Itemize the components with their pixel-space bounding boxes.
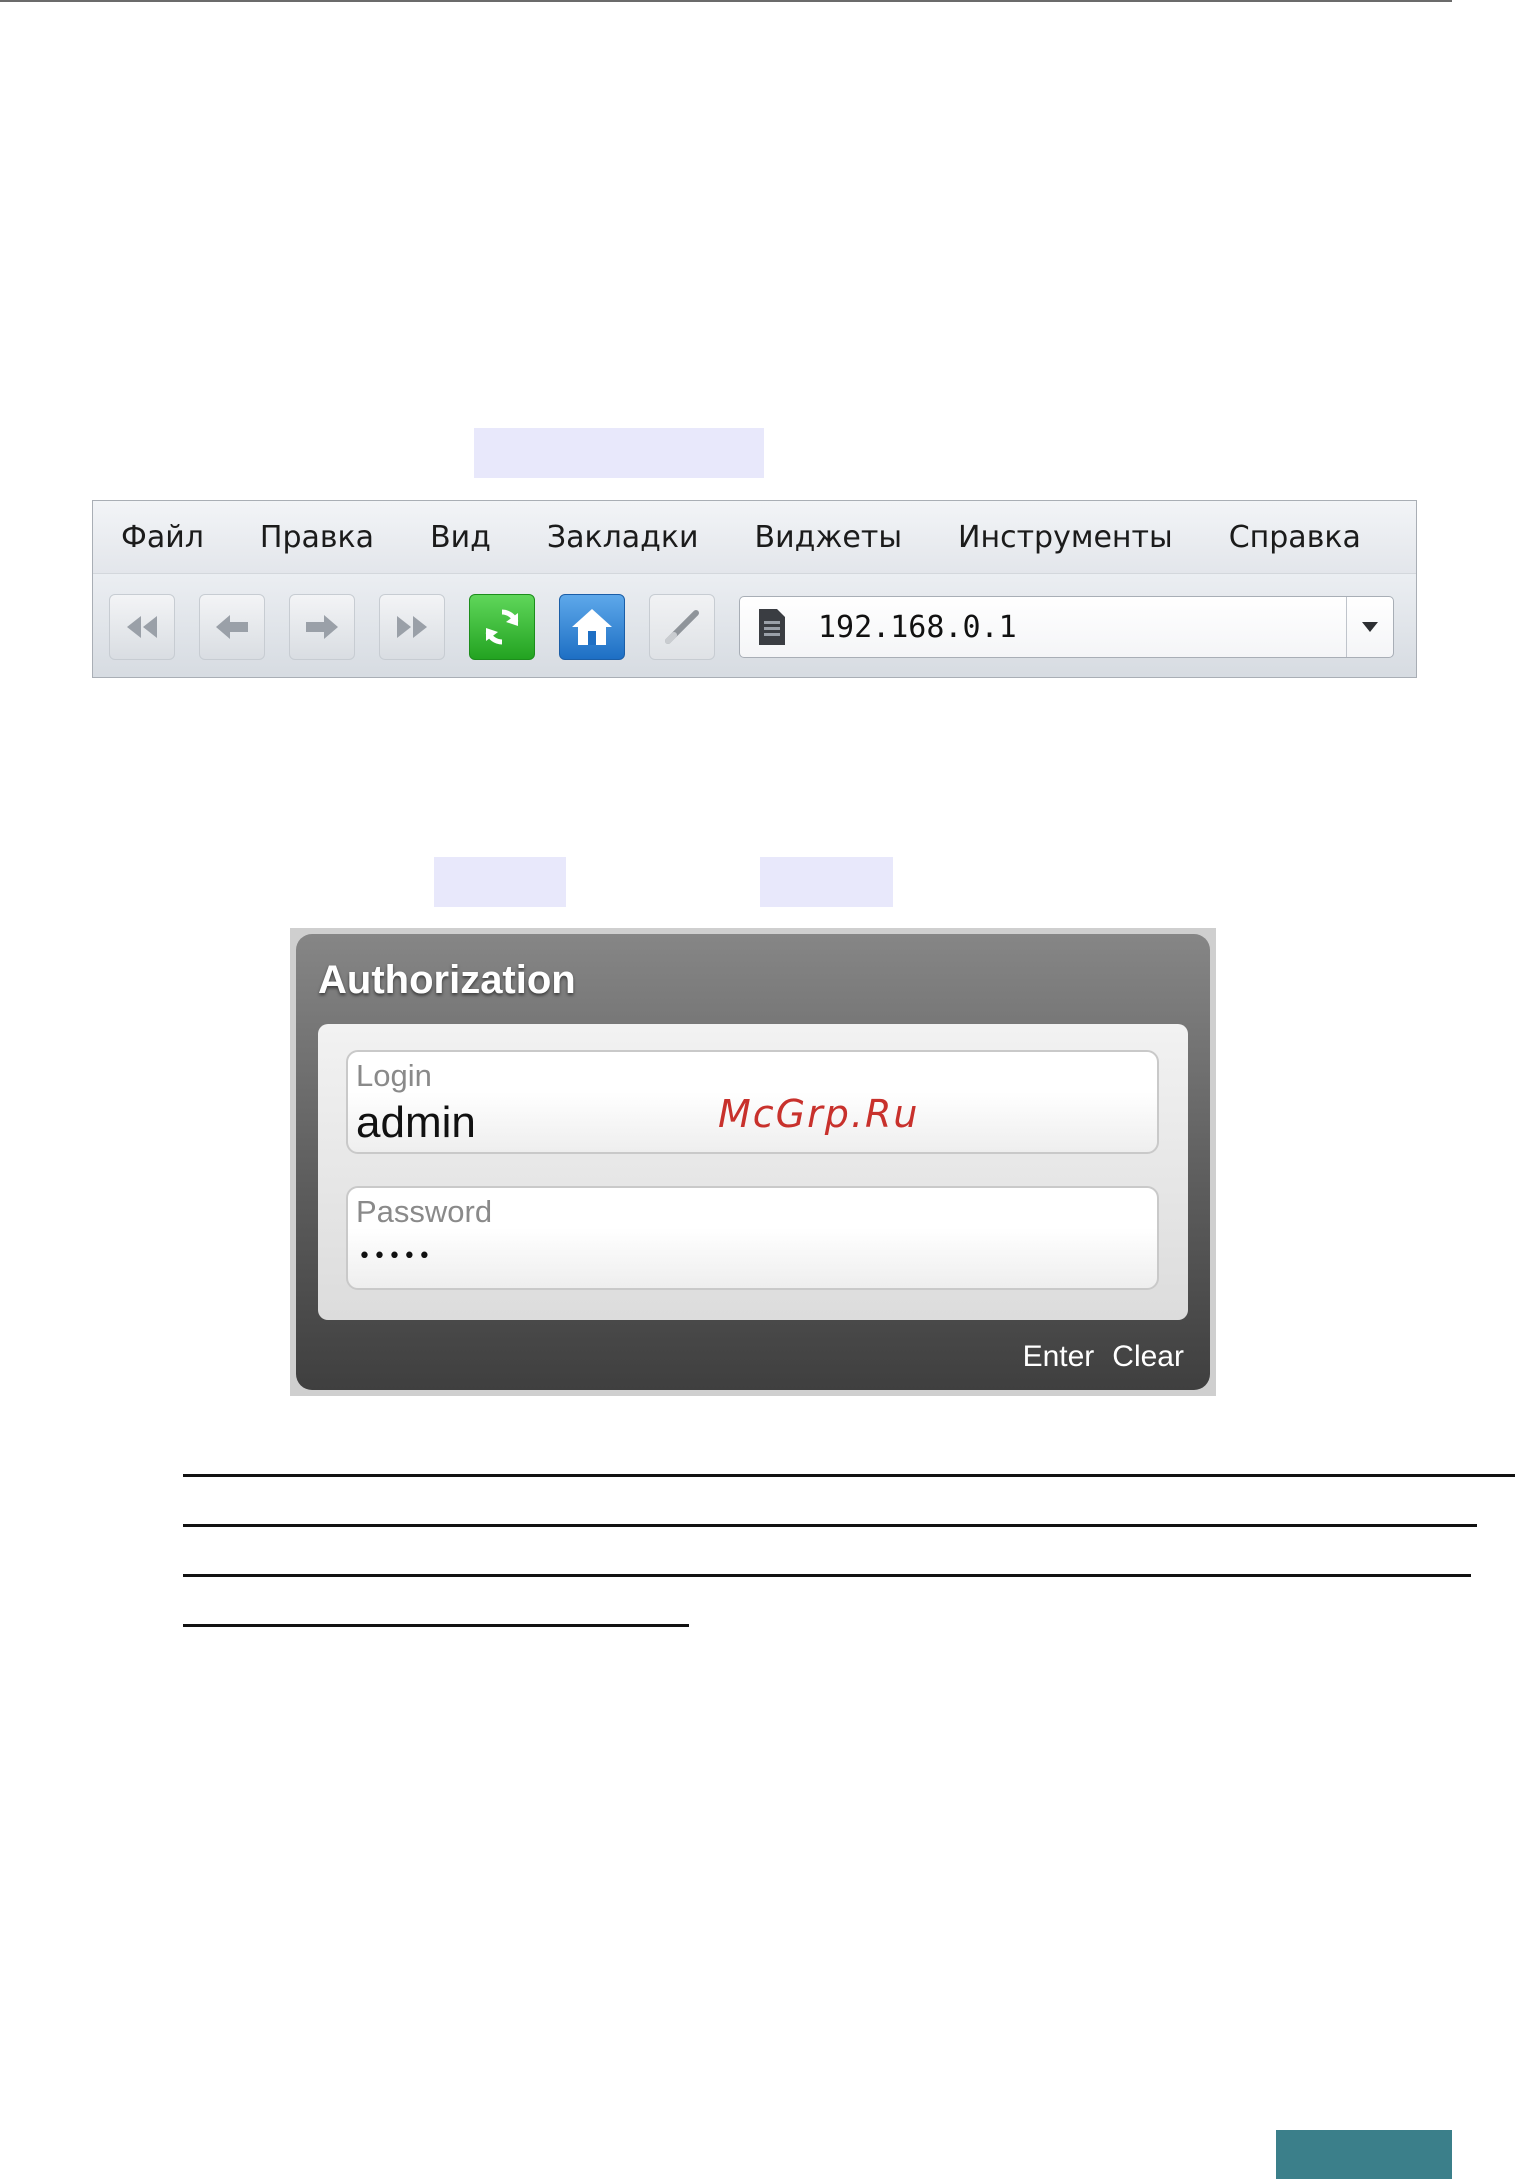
login-value: admin [356,1098,476,1147]
authorization-form: Login admin McGrp.Ru Password ••••• [318,1024,1188,1320]
navigation-bar: 192.168.0.1 [93,574,1416,677]
menu-file[interactable]: Файл [93,520,232,555]
authorization-title: Authorization [318,958,576,1002]
address-dropdown-button[interactable] [1346,597,1393,657]
highlight-password [760,857,893,907]
browser-window: Файл Правка Вид Закладки Виджеты Инструм… [92,500,1417,678]
login-label: Login [356,1058,432,1093]
watermark: McGrp.Ru [718,1092,920,1136]
authorization-actions: Enter Clear [1023,1340,1184,1374]
refresh-button[interactable] [469,594,535,660]
refresh-icon [485,609,519,645]
menu-tools[interactable]: Инструменты [930,520,1201,555]
fast-forward-icon [397,616,427,638]
authorization-card: Authorization Login admin McGrp.Ru Passw… [296,934,1210,1390]
home-icon [572,609,612,645]
menu-help[interactable]: Справка [1201,520,1389,555]
top-rule [0,0,1452,2]
text-underline-3 [183,1574,1471,1577]
highlight-login [434,857,566,907]
menu-view[interactable]: Вид [402,520,519,555]
clear-button[interactable]: Clear [1112,1340,1184,1374]
highlight-address [474,428,764,478]
chevron-down-icon [1362,622,1378,632]
address-text: 192.168.0.1 [818,609,1017,645]
forward-button[interactable] [289,594,355,660]
fast-forward-button[interactable] [379,594,445,660]
footer-page-tab [1276,2130,1452,2179]
home-button[interactable] [559,594,625,660]
menu-bookmarks[interactable]: Закладки [519,520,727,555]
text-underline-1 [183,1474,1515,1477]
password-field[interactable]: Password ••••• [346,1186,1159,1290]
back-button[interactable] [199,594,265,660]
login-field[interactable]: Login admin McGrp.Ru [346,1050,1159,1154]
back-arrow-icon [216,615,248,639]
address-bar[interactable]: 192.168.0.1 [739,596,1394,658]
edit-icon [665,610,699,644]
menu-bar: Файл Правка Вид Закладки Виджеты Инструм… [93,501,1416,574]
rewind-icon [127,616,157,638]
authorization-panel: Authorization Login admin McGrp.Ru Passw… [290,928,1216,1396]
menu-edit[interactable]: Правка [232,520,402,555]
password-label: Password [356,1194,493,1229]
page-icon [752,603,792,651]
rewind-button[interactable] [109,594,175,660]
text-underline-2 [183,1524,1477,1527]
enter-button[interactable]: Enter [1023,1340,1095,1374]
forward-arrow-icon [306,615,338,639]
password-value: ••••• [358,1244,433,1269]
menu-widgets[interactable]: Виджеты [727,520,930,555]
edit-button[interactable] [649,594,715,660]
text-underline-4 [183,1624,689,1627]
